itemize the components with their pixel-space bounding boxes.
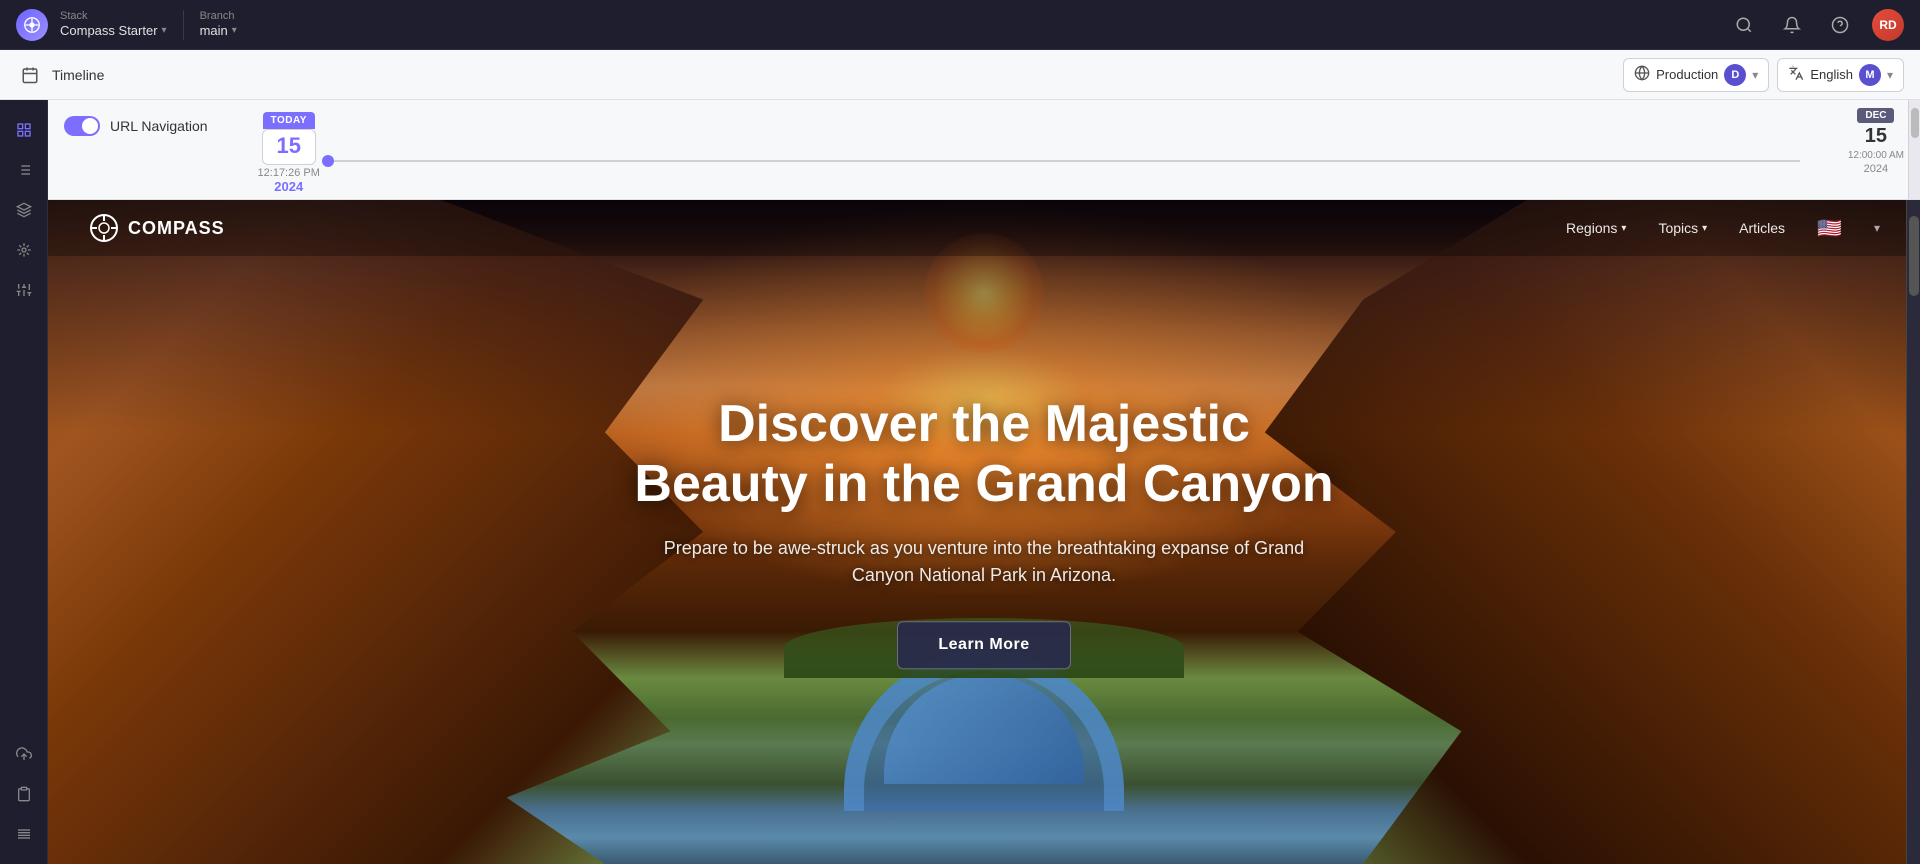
env-letter: D [1724, 64, 1746, 86]
sidebar-icon-clipboard[interactable] [6, 776, 42, 812]
sidebar-icon-upload[interactable] [6, 736, 42, 772]
lang-icon [1788, 65, 1804, 84]
compass-navbar: COMPASS Regions Topics Articles 🇺🇸 ▾ [48, 200, 1920, 256]
right-year: 2024 [1864, 163, 1888, 175]
lang-chevron-icon: ▾ [1887, 68, 1893, 82]
compass-logo: COMPASS [88, 212, 225, 244]
sidebar-icon-grid[interactable] [6, 112, 42, 148]
url-nav-label: URL Navigation [110, 118, 208, 134]
secondary-bar: Timeline Production D ▾ English M ▾ [0, 50, 1920, 100]
sidebar-icon-layers[interactable] [6, 192, 42, 228]
preview-scrollbar[interactable] [1906, 200, 1920, 864]
hero-content: Discover the Majestic Beauty in the Gran… [634, 395, 1334, 669]
date-box: 15 [262, 129, 316, 165]
hero-section: COMPASS Regions Topics Articles 🇺🇸 ▾ [48, 200, 1920, 864]
url-nav-toggle[interactable] [64, 116, 100, 136]
nav-link-articles[interactable]: Articles [1739, 220, 1785, 236]
stack-name-btn[interactable]: Compass Starter [60, 23, 167, 39]
lang-label: English [1810, 67, 1853, 82]
timeline-icon [16, 61, 44, 89]
right-time: 12:00:00 AM [1848, 150, 1904, 161]
sidebar-icon-crosshair[interactable] [6, 232, 42, 268]
branch-info: Branch main [200, 10, 237, 39]
top-bar-left: Stack Compass Starter Branch main [16, 9, 237, 41]
date-number: 15 [276, 134, 300, 158]
today-badge: TODAY [263, 112, 315, 129]
user-avatar[interactable]: RD [1872, 9, 1904, 41]
lang-letter: M [1859, 64, 1881, 86]
hero-subtitle: Prepare to be awe-struck as you venture … [634, 535, 1334, 589]
flag-chevron-icon: ▾ [1874, 221, 1880, 235]
timeline-scrollbar[interactable] [1908, 100, 1920, 199]
env-label: Production [1656, 67, 1718, 82]
divider [183, 10, 184, 40]
timeline-label: Timeline [52, 67, 104, 83]
secondary-bar-right: Production D ▾ English M ▾ [1623, 58, 1904, 92]
top-bar-right: RD [1728, 9, 1904, 41]
right-date-number: 15 [1865, 125, 1887, 148]
timeline-line [328, 160, 1800, 162]
timeline-dot [322, 155, 334, 167]
timeline-section: Timeline [16, 61, 1623, 89]
nav-link-topics[interactable]: Topics [1658, 220, 1707, 236]
sidebar-icon-list[interactable] [6, 152, 42, 188]
right-month-badge: DEC [1857, 108, 1894, 123]
stack-label: Stack [60, 10, 167, 23]
sidebar-icon-settings[interactable] [6, 816, 42, 852]
sidebar-icon-sliders[interactable] [6, 272, 42, 308]
env-icon [1634, 65, 1650, 84]
app-logo[interactable] [16, 9, 48, 41]
hero-title: Discover the Majestic Beauty in the Gran… [634, 395, 1334, 515]
notifications-button[interactable] [1776, 9, 1808, 41]
timeline-year: 2024 [274, 179, 303, 194]
environment-selector[interactable]: Production D ▾ [1623, 58, 1769, 92]
env-chevron-icon: ▾ [1752, 68, 1758, 82]
branch-name-btn[interactable]: main [200, 23, 237, 39]
search-button[interactable] [1728, 9, 1760, 41]
preview-scrollbar-thumb [1909, 216, 1919, 296]
flag-icon[interactable]: 🇺🇸 [1817, 216, 1842, 241]
branch-label: Branch [200, 10, 237, 23]
left-sidebar [0, 100, 48, 864]
compass-nav-links: Regions Topics Articles 🇺🇸 ▾ [1566, 216, 1880, 241]
nav-link-regions[interactable]: Regions [1566, 220, 1626, 236]
language-selector[interactable]: English M ▾ [1777, 58, 1904, 92]
top-bar: Stack Compass Starter Branch main RD [0, 0, 1920, 50]
learn-more-button[interactable]: Learn More [897, 621, 1070, 669]
main-layout: URL Navigation TODAY 15 12:17:26 PM 2024 [0, 100, 1920, 864]
stack-info: Stack Compass Starter [60, 10, 167, 39]
timeline-scrollbar-thumb [1911, 108, 1919, 138]
website-preview: COMPASS Regions Topics Articles 🇺🇸 ▾ [48, 200, 1920, 864]
timeline-time: 12:17:26 PM [258, 167, 320, 179]
compass-logo-text: COMPASS [128, 218, 225, 239]
help-button[interactable] [1824, 9, 1856, 41]
